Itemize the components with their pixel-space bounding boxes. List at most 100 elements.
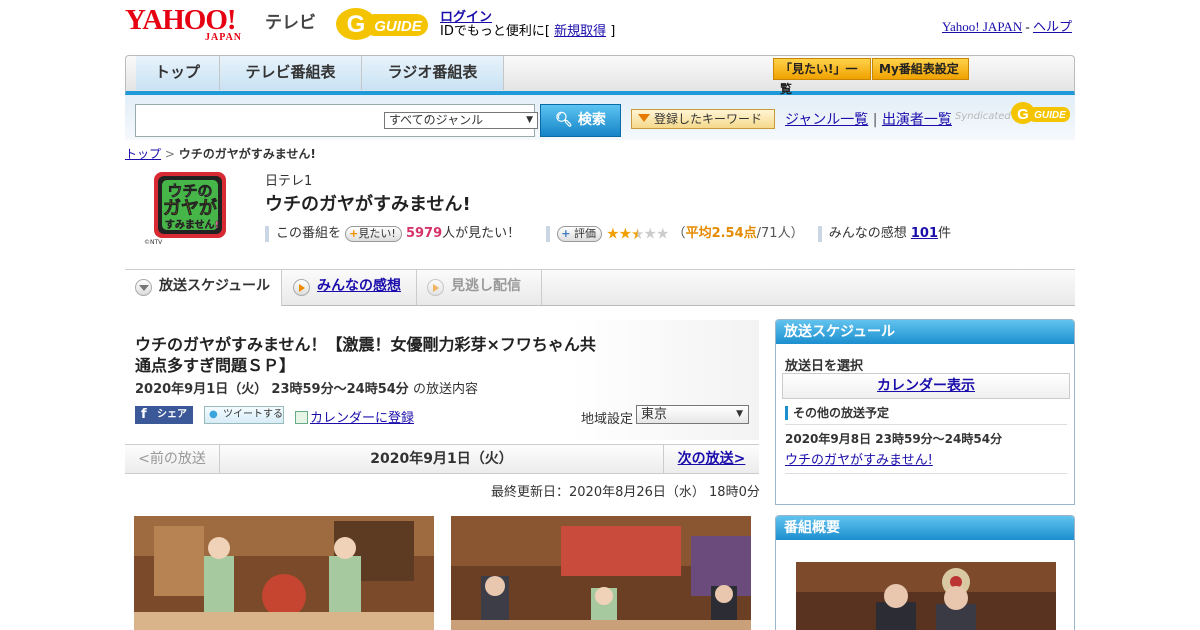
signup-line: IDでもっと便利に[ 新規取得 ] — [440, 20, 615, 39]
current-broadcast-date: 2020年9月1日（火） — [370, 451, 513, 467]
plus-icon: + — [349, 226, 359, 240]
calendar-icon — [295, 411, 308, 424]
calendar-view-link[interactable]: カレンダー表示 — [877, 378, 975, 394]
yahoo-japan-logo[interactable]: YAHOO! JAPAN — [125, 4, 261, 44]
tab-streaming[interactable]: 見逃し配信 — [417, 270, 542, 305]
calendar-register-link[interactable]: カレンダーに登録 — [310, 411, 414, 426]
svg-text:ガヤが: ガヤが — [163, 197, 217, 219]
rate-button[interactable]: + 評価 — [557, 225, 602, 242]
program-logo: ウチの ガヤが すみません! ©NTV — [144, 172, 226, 246]
breadcrumb-separator: > — [164, 147, 175, 161]
svg-text:GUIDE: GUIDE — [374, 18, 423, 35]
next-broadcast[interactable]: 次の放送> — [663, 445, 759, 473]
divider — [785, 424, 1067, 425]
search-bar: すべてのジャンル ▼ 🔍︎ 検索 登録したキーワード ジャンル一覧 | 出演者一覧… — [125, 95, 1075, 140]
comments-label: みんなの感想 — [828, 226, 907, 241]
yahoo-japan-link[interactable]: Yahoo! JAPAN — [942, 19, 1022, 34]
tv-logo-text: テレビ — [265, 13, 316, 33]
rating-count: /71人） — [756, 226, 804, 241]
meta-separator — [546, 225, 551, 242]
comments-suffix: 件 — [938, 226, 952, 241]
star-empty-icon: ★★ — [643, 224, 670, 243]
search-button[interactable]: 🔍︎ 検索 — [540, 104, 621, 137]
divider — [785, 473, 1067, 474]
japan-logo-text: JAPAN — [205, 32, 243, 43]
play-arrow-icon — [427, 279, 444, 296]
breadcrumb-top-link[interactable]: トップ — [125, 147, 161, 161]
id-prompt-close: ] — [610, 24, 616, 39]
calendar-register[interactable]: カレンダーに登録 — [295, 407, 414, 426]
other-broadcast-link[interactable]: ウチのガヤがすみません! — [785, 449, 933, 468]
signup-link[interactable]: 新規取得 — [554, 24, 606, 39]
channel-name: 日テレ1 — [265, 174, 313, 189]
program-subtabs: 放送スケジュール みんなの感想 見逃し配信 — [125, 269, 1075, 306]
mitai-list-button[interactable]: 「見たい!」一覧 — [773, 58, 871, 96]
meta-separator — [817, 225, 822, 242]
dropdown-arrow-icon: ▼ — [736, 409, 743, 419]
region-select[interactable]: 東京 ▼ — [636, 405, 749, 424]
sidebar-overview: 番組概要 — [775, 515, 1075, 630]
tab-schedule-label: 放送スケジュール — [159, 278, 271, 294]
help-link[interactable]: ヘルプ — [1033, 19, 1072, 34]
mitai-button[interactable]: +見たい! — [345, 225, 402, 242]
play-arrow-icon — [293, 279, 310, 296]
sidebar-schedule: 放送スケジュール 放送日を選択 カレンダー表示 その他の放送予定 2020年9月… — [775, 319, 1075, 505]
genre-list-link[interactable]: ジャンル一覧 — [785, 112, 868, 128]
top-links: Yahoo! JAPAN - ヘルプ — [942, 16, 1072, 35]
facebook-share-button[interactable]: シェア — [135, 406, 193, 424]
episode-photo-2 — [451, 516, 751, 630]
rating-open: （ — [672, 226, 686, 241]
overview-photo — [796, 562, 1056, 630]
nav-tab-tv-schedule[interactable]: テレビ番組表 — [220, 56, 362, 90]
gguide-logo[interactable]: G GUIDE — [334, 6, 434, 42]
main-nav: トップ テレビ番組表 ラジオ番組表 「見たい!」一覧 My番組表設定 — [125, 55, 1075, 96]
next-broadcast-link[interactable]: 次の放送> — [678, 451, 746, 467]
search-icon: 🔍︎ — [555, 112, 573, 128]
star-half-icon: ★ — [631, 224, 644, 243]
gguide-small-logo: G GUIDE — [1011, 102, 1070, 124]
svg-text:すみません!: すみません! — [165, 219, 219, 231]
genre-select-value: すべてのジャンル — [389, 113, 484, 127]
prev-broadcast: <前の放送 — [125, 445, 220, 473]
tab-comments-label: みんなの感想 — [317, 278, 401, 294]
dropdown-arrow-icon: ▼ — [526, 115, 533, 125]
genre-select[interactable]: すべてのジャンル ▼ — [384, 112, 538, 129]
program-meta: この番組を +見たい! 5979人が見たい！ + 評価 ★★★★★ （平均2.5… — [265, 222, 1065, 243]
keyword-button-label: 登録したキーワード — [654, 112, 763, 126]
dropdown-triangle-icon — [638, 114, 650, 122]
sidebar-overview-heading: 番組概要 — [776, 516, 1074, 540]
rate-button-label: 評価 — [574, 226, 596, 240]
plus-icon: + — [561, 226, 571, 240]
average-rating: 平均2.54点 — [685, 226, 757, 241]
breadcrumb-current: ウチのガヤがすみません! — [178, 147, 316, 161]
tab-comments[interactable]: みんなの感想 — [283, 270, 417, 305]
registered-keyword-button[interactable]: 登録したキーワード — [631, 109, 775, 129]
svg-text:G: G — [347, 11, 366, 38]
link-dash: - — [1025, 19, 1030, 34]
broadcast-pager: <前の放送 2020年9月1日（火） 次の放送> — [125, 444, 759, 474]
comments-count-link[interactable]: 101 — [911, 226, 938, 241]
calendar-view-button[interactable]: カレンダー表示 — [782, 373, 1070, 399]
sidebar-schedule-heading: 放送スケジュール — [776, 320, 1074, 344]
yahoo-logo-text: YAHOO! — [125, 4, 237, 36]
nav-tab-radio-schedule[interactable]: ラジオ番組表 — [362, 56, 504, 90]
episode-info: ウチのガヤがすみません！【激震！女優剛力彩芽×フワちゃん共通点多すぎ問題ＳＰ】 … — [125, 320, 759, 440]
tab-streaming-label: 見逃し配信 — [451, 278, 521, 294]
my-schedule-button[interactable]: My番組表設定 — [872, 58, 969, 80]
region-label: 地域設定 — [581, 412, 634, 427]
episode-datetime: 2020年9月1日（火） 23時59分～24時54分 の放送内容 — [135, 378, 478, 397]
star-filled-icon: ★★ — [606, 224, 632, 243]
meta-separator — [265, 225, 269, 242]
twitter-share-button[interactable]: ツイートする — [204, 406, 284, 424]
mitai-suffix: 人が見たい！ — [442, 226, 521, 241]
select-date-label: 放送日を選択 — [785, 359, 864, 374]
mitai-button-label: 見たい! — [358, 226, 396, 240]
logo-credit: ©NTV — [144, 239, 163, 246]
performer-list-link[interactable]: 出演者一覧 — [882, 112, 952, 128]
this-program-label: この番組を — [276, 226, 342, 241]
genre-links: ジャンル一覧 | 出演者一覧 — [785, 109, 952, 129]
tab-schedule[interactable]: 放送スケジュール — [125, 270, 282, 306]
chevron-down-icon — [135, 279, 152, 296]
nav-tab-top[interactable]: トップ — [136, 56, 220, 90]
episode-time: 23時59分～24時54分 — [271, 382, 409, 397]
